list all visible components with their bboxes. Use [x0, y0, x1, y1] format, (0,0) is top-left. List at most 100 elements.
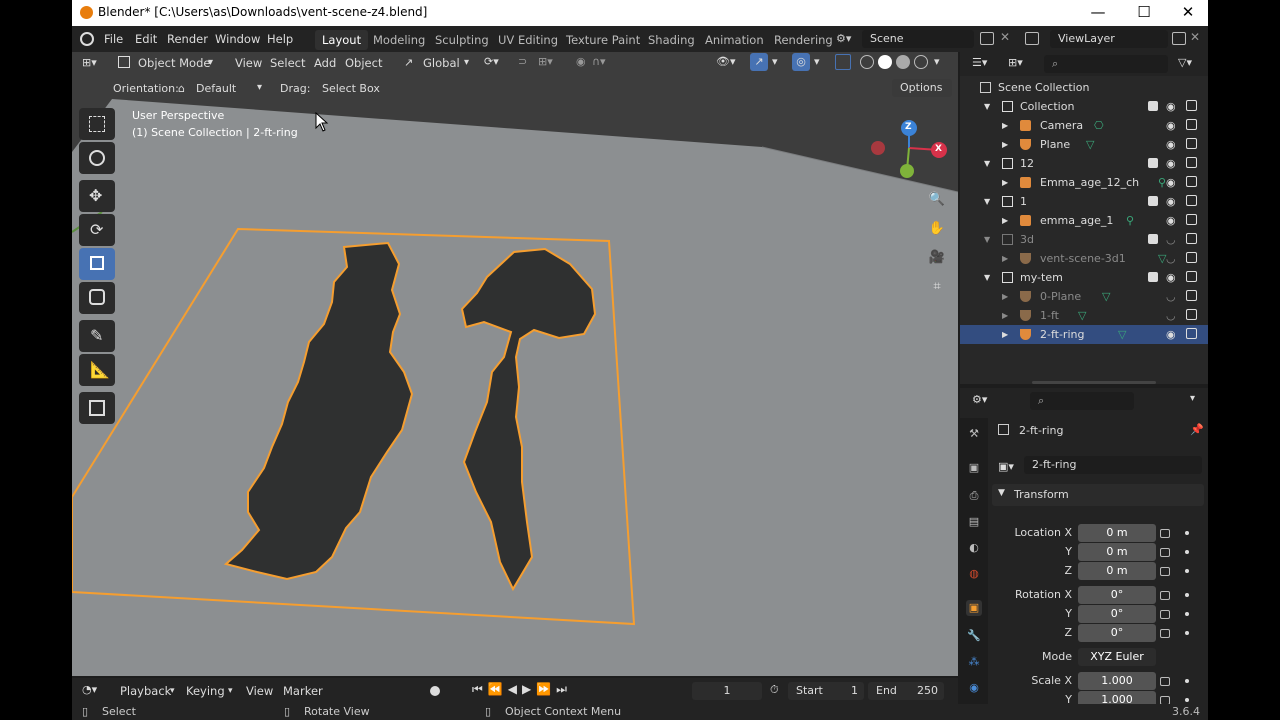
- material-shading-icon[interactable]: [896, 55, 910, 69]
- render-camera-icon[interactable]: [1186, 176, 1197, 187]
- maximize-button[interactable]: ☐: [1122, 0, 1166, 26]
- close-button[interactable]: ✕: [1166, 0, 1208, 26]
- render-camera-icon[interactable]: [1186, 328, 1197, 339]
- outliner-row[interactable]: ▶ Plane ▽ ◉: [960, 135, 1208, 154]
- rotate-tool[interactable]: ⟳: [79, 214, 115, 246]
- eye-icon[interactable]: ◉: [1166, 154, 1176, 173]
- outliner-editor-icon[interactable]: ☰▾: [972, 56, 987, 69]
- outliner-row[interactable]: ▼ 1 ◉: [960, 192, 1208, 211]
- select-box-tool[interactable]: [79, 108, 115, 140]
- output-tab-icon[interactable]: ⎙: [966, 488, 982, 504]
- chevron-down-icon[interactable]: ▾: [814, 55, 820, 68]
- outliner-row[interactable]: ▶ 0-Plane ▽ ◡: [960, 287, 1208, 306]
- keyframe-dot-icon[interactable]: [1185, 593, 1189, 597]
- property-value-field[interactable]: 0°: [1078, 586, 1156, 604]
- transform-tool[interactable]: [79, 282, 115, 314]
- collapse-arrow-icon[interactable]: ▼: [984, 230, 990, 249]
- menu-keying[interactable]: Keying: [180, 681, 231, 701]
- expand-arrow-icon[interactable]: ▶: [1002, 173, 1008, 192]
- eye-icon[interactable]: ◉: [1166, 97, 1176, 116]
- snap-target-icon[interactable]: ⊞▾: [538, 55, 553, 68]
- filter-icon[interactable]: ▽▾: [1178, 56, 1192, 69]
- expand-arrow-icon[interactable]: ▶: [1002, 116, 1008, 135]
- orientation-selector[interactable]: Default: [188, 80, 268, 98]
- particles-tab-icon[interactable]: ⁂: [966, 654, 982, 670]
- view-layer-icon[interactable]: [1025, 32, 1039, 45]
- tab-animation[interactable]: Animation: [698, 30, 771, 50]
- eye-icon[interactable]: ◉: [1166, 192, 1176, 211]
- chevron-down-icon[interactable]: ▾: [772, 55, 778, 68]
- collapse-arrow-icon[interactable]: ▼: [984, 268, 990, 287]
- menu-help[interactable]: Help: [267, 32, 293, 46]
- cursor-tool[interactable]: [79, 142, 115, 174]
- collapse-arrow-icon[interactable]: ▼: [984, 97, 990, 116]
- 3d-viewport[interactable]: ⊞▾ Object Mode ▾ View Select Add Object …: [72, 52, 958, 676]
- stopwatch-icon[interactable]: ⏱: [770, 683, 779, 697]
- snap-icon[interactable]: ⊃: [518, 55, 527, 68]
- new-view-layer-icon[interactable]: [1172, 32, 1186, 45]
- eye-closed-icon[interactable]: ◡: [1166, 287, 1176, 306]
- outliner-row[interactable]: ▶ vent-scene-3d1 ▽ ◡: [960, 249, 1208, 268]
- render-camera-icon[interactable]: [1186, 233, 1197, 244]
- pan-hand-icon[interactable]: ✋: [925, 217, 949, 241]
- object-tab-icon[interactable]: ▣: [966, 600, 982, 616]
- lock-icon[interactable]: [1160, 629, 1170, 638]
- display-mode-icon[interactable]: ⊞▾: [1008, 56, 1023, 69]
- menu-playback[interactable]: Playback: [114, 681, 177, 701]
- pin-icon[interactable]: 📌: [1190, 423, 1204, 436]
- lock-icon[interactable]: [1160, 610, 1170, 619]
- proportional-editing-icon[interactable]: ◉: [576, 55, 586, 68]
- render-camera-icon[interactable]: [1186, 195, 1197, 206]
- collection-checkbox[interactable]: [1148, 101, 1158, 111]
- menu-view[interactable]: View: [229, 53, 268, 73]
- mesh-data-icon[interactable]: ▽: [1078, 306, 1086, 325]
- perspective-toggle-icon[interactable]: ⌗: [925, 275, 949, 299]
- render-camera-icon[interactable]: [1186, 252, 1197, 263]
- keyframe-dot-icon[interactable]: [1185, 679, 1189, 683]
- menu-marker[interactable]: Marker: [277, 681, 329, 701]
- expand-arrow-icon[interactable]: ▶: [1002, 287, 1008, 306]
- camera-view-icon[interactable]: 🎥: [925, 246, 949, 270]
- outliner-scene-collection[interactable]: Scene Collection: [960, 78, 1208, 97]
- tab-sculpting[interactable]: Sculpting: [428, 30, 496, 50]
- render-camera-icon[interactable]: [1186, 119, 1197, 130]
- lock-icon[interactable]: [1160, 548, 1170, 557]
- chevron-down-icon[interactable]: ▾: [934, 55, 940, 68]
- timeline-editor-icon[interactable]: ◔▾: [82, 683, 97, 696]
- collapse-arrow-icon[interactable]: ▼: [984, 192, 990, 211]
- properties-editor-icon[interactable]: ⚙▾: [972, 393, 987, 406]
- collection-checkbox[interactable]: [1148, 272, 1158, 282]
- outliner-row[interactable]: ▶ 2-ft-ring ▽ ◉: [960, 325, 1208, 344]
- expand-arrow-icon[interactable]: ▶: [1002, 325, 1008, 344]
- armature-data-icon[interactable]: ⚲: [1158, 173, 1166, 192]
- scale-tool[interactable]: [79, 248, 115, 280]
- transform-panel-header[interactable]: ▼ Transform: [992, 484, 1204, 506]
- eye-icon[interactable]: ◉: [1166, 325, 1176, 344]
- outliner-scrollbar[interactable]: [1032, 381, 1156, 384]
- editor-type-icon[interactable]: ⊞▾: [82, 56, 106, 72]
- tool-tab-icon[interactable]: ⚒: [966, 426, 982, 442]
- lock-icon[interactable]: [1160, 591, 1170, 600]
- menu-select[interactable]: Select: [264, 53, 311, 73]
- eye-closed-icon[interactable]: ◡: [1166, 306, 1176, 325]
- start-frame-field[interactable]: Start 1: [788, 682, 864, 700]
- property-value-field[interactable]: 1.000: [1078, 672, 1156, 690]
- keyframe-dot-icon[interactable]: [1185, 531, 1189, 535]
- physics-tab-icon[interactable]: ◉: [966, 680, 982, 696]
- eye-icon[interactable]: ◉: [1166, 135, 1176, 154]
- render-camera-icon[interactable]: [1186, 157, 1197, 168]
- world-tab-icon[interactable]: ◍: [966, 566, 982, 582]
- solid-shading-icon[interactable]: [878, 55, 892, 69]
- minimize-button[interactable]: —: [1076, 0, 1120, 26]
- render-camera-icon[interactable]: [1186, 309, 1197, 320]
- chevron-down-icon[interactable]: ▾: [1190, 393, 1195, 404]
- end-frame-field[interactable]: End 250: [868, 682, 944, 700]
- lock-icon[interactable]: [1160, 567, 1170, 576]
- expand-arrow-icon[interactable]: ▶: [1002, 306, 1008, 325]
- properties-search-input[interactable]: ⌕: [1030, 392, 1134, 410]
- tab-texture-paint[interactable]: Texture Paint: [559, 30, 647, 50]
- collection-checkbox[interactable]: [1148, 158, 1158, 168]
- keyframe-dot-icon[interactable]: [1185, 612, 1189, 616]
- render-tab-icon[interactable]: ▣: [966, 460, 982, 476]
- menu-file[interactable]: File: [104, 32, 123, 46]
